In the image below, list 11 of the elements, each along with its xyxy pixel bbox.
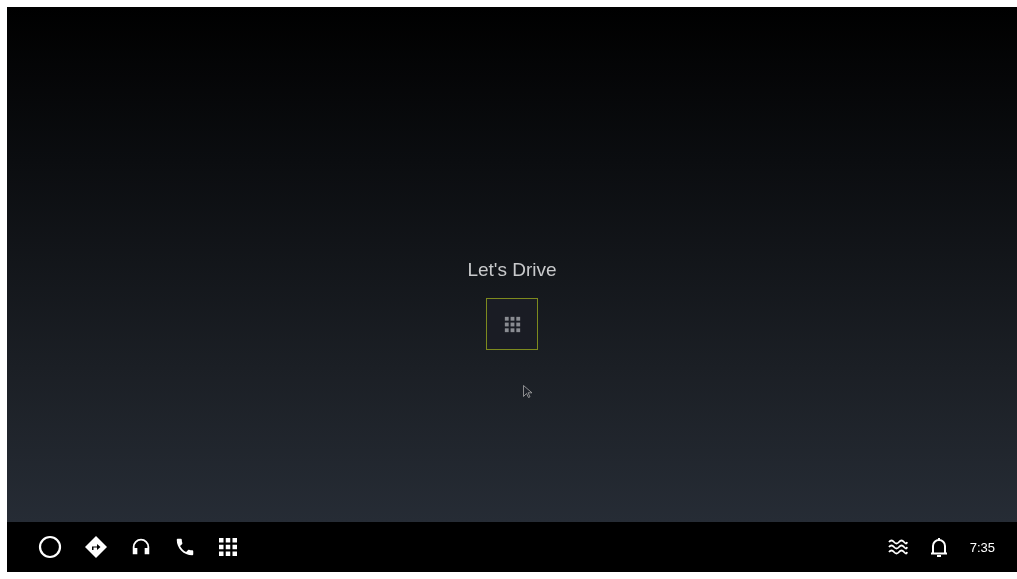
- phone-icon[interactable]: [174, 536, 196, 558]
- directions-icon[interactable]: [84, 535, 108, 559]
- circle-icon[interactable]: [38, 535, 62, 559]
- notification-bell-icon[interactable]: [929, 536, 948, 558]
- wavy-lines-icon[interactable]: [887, 538, 908, 556]
- apps-grid-icon[interactable]: [218, 537, 238, 557]
- clock-time: 7:35: [969, 539, 995, 555]
- mouse-pointer-icon: [523, 385, 532, 398]
- home-title: Let's Drive: [467, 259, 557, 281]
- app-launcher-button[interactable]: [486, 298, 538, 350]
- apps-grid-icon: [503, 315, 521, 333]
